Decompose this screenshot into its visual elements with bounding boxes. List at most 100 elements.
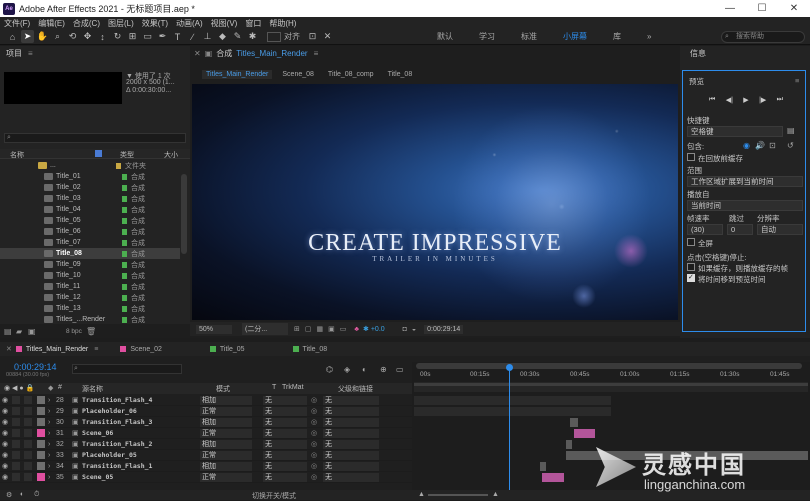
label-swatch[interactable] xyxy=(122,283,127,290)
workspace-default[interactable]: 默认 xyxy=(424,31,466,42)
tab-menu-icon[interactable]: ≡ xyxy=(94,346,98,353)
label-swatch[interactable] xyxy=(122,294,127,301)
last-frame-icon[interactable]: ⏭ xyxy=(777,96,783,104)
label-swatch[interactable] xyxy=(122,250,127,257)
layer-bar[interactable] xyxy=(414,396,611,405)
solo-toggle[interactable] xyxy=(12,396,20,404)
visibility-icon[interactable]: ◉ xyxy=(0,429,10,437)
trkmat-dropdown[interactable]: 无 xyxy=(263,450,307,460)
layer-row[interactable]: ◉ › 34 ▣ Transition_Flash_1 相加无 ◎ 无 xyxy=(0,461,412,472)
layer-bar[interactable] xyxy=(565,440,572,449)
layer-bar[interactable] xyxy=(540,462,546,471)
exposure-icon[interactable]: ✱ xyxy=(363,325,369,333)
layer-row[interactable]: ◉ › 28 ▣ Transition_Flash_4 相加无 ◎ 无 xyxy=(0,395,412,406)
lock-toggle[interactable] xyxy=(24,440,32,448)
menu-composition[interactable]: 合成(C) xyxy=(69,18,104,29)
project-item[interactable]: Title_07 合成 xyxy=(0,237,180,248)
work-area-bar[interactable] xyxy=(414,383,808,386)
rectangle-tool-icon[interactable]: ▭ xyxy=(141,30,154,43)
zoom-in-icon[interactable]: ▲ xyxy=(492,491,499,498)
resolution-select[interactable]: 自动 xyxy=(757,224,803,235)
zoom-out-icon[interactable]: ▲ xyxy=(418,491,425,498)
layer-name[interactable]: Placeholder_05 xyxy=(82,451,200,459)
workspace-expand[interactable]: » xyxy=(634,32,664,41)
layer-name[interactable]: Placeholder_06 xyxy=(82,407,200,415)
layer-name[interactable]: Transition_Flash_2 xyxy=(82,440,200,448)
col-mode[interactable]: 模式 xyxy=(216,384,230,394)
lock-toggle[interactable] xyxy=(24,429,32,437)
project-item[interactable]: Title_03 合成 xyxy=(0,193,180,204)
pick-whip-icon[interactable]: ◎ xyxy=(311,451,321,459)
trkmat-dropdown[interactable]: 无 xyxy=(263,406,307,416)
layer-bar[interactable] xyxy=(573,429,596,438)
graph-editor-icon[interactable]: ▭ xyxy=(396,365,404,374)
visibility-icon[interactable]: ◉ xyxy=(0,451,10,459)
snap-grid-icon[interactable]: ✕ xyxy=(321,30,334,43)
next-frame-icon[interactable]: |▶ xyxy=(759,96,766,104)
snap-checkbox[interactable] xyxy=(267,31,281,42)
solo-toggle[interactable] xyxy=(12,429,20,437)
breadcrumb-titles-main[interactable]: Titles_Main_Render xyxy=(202,69,273,79)
project-item[interactable]: Title_12 合成 xyxy=(0,292,180,303)
exposure-value[interactable]: +0.0 xyxy=(371,326,385,333)
project-item[interactable]: ... 文件夹 xyxy=(0,160,180,171)
show-snapshot-icon[interactable]: ◒ xyxy=(412,326,416,333)
panel-menu-icon[interactable]: ≡ xyxy=(314,49,319,58)
viewer-timecode[interactable]: 0:00:29:14 xyxy=(424,324,464,334)
if-cache-checkbox[interactable] xyxy=(687,263,695,271)
pick-whip-icon[interactable]: ◎ xyxy=(311,418,321,426)
project-item[interactable]: Title_04 合成 xyxy=(0,204,180,215)
region-of-interest-icon[interactable]: ▢ xyxy=(305,325,312,333)
layer-label-color[interactable] xyxy=(37,462,45,470)
label-swatch[interactable] xyxy=(122,261,127,268)
close-button[interactable]: ✕ xyxy=(778,0,810,17)
project-item[interactable]: Title_10 合成 xyxy=(0,270,180,281)
project-title[interactable]: 项目 xyxy=(6,48,22,59)
first-frame-icon[interactable]: ⏮ xyxy=(709,96,715,104)
solo-toggle[interactable] xyxy=(12,462,20,470)
pen-tool-icon[interactable]: ✒ xyxy=(156,30,169,43)
panel-menu-icon[interactable]: ≡ xyxy=(28,49,33,58)
project-item[interactable]: Title_08 合成 xyxy=(0,248,180,259)
zoom-dropdown[interactable]: 50% xyxy=(196,324,232,334)
brush-tool-icon[interactable]: ∕ xyxy=(186,30,199,43)
label-swatch[interactable] xyxy=(122,316,127,323)
expand-chevron-icon[interactable]: › xyxy=(48,397,56,404)
parent-dropdown[interactable]: 无 xyxy=(323,450,379,460)
column-size[interactable]: 大小 xyxy=(164,150,178,160)
col-trkmat[interactable]: TrkMat xyxy=(282,384,304,391)
menu-effect[interactable]: 效果(T) xyxy=(138,18,172,29)
parent-dropdown[interactable]: 无 xyxy=(323,472,379,482)
label-swatch[interactable] xyxy=(122,217,127,224)
playhead-handle[interactable] xyxy=(505,364,513,371)
render-time-icon[interactable]: ⏱ xyxy=(34,491,39,499)
expand-chevron-icon[interactable]: › xyxy=(48,408,56,415)
expand-chevron-icon[interactable]: › xyxy=(48,441,56,448)
play-from-dropdown[interactable]: 当前时间 xyxy=(687,200,803,211)
expand-chevron-icon[interactable]: › xyxy=(48,419,56,426)
pick-whip-icon[interactable]: ◎ xyxy=(311,396,321,404)
orbit-camera-icon[interactable]: ⟲ xyxy=(66,30,79,43)
new-composition-icon[interactable]: ▣ xyxy=(28,327,36,336)
menu-window[interactable]: 窗口 xyxy=(241,18,265,29)
workspace-small-screen[interactable]: 小屏幕 xyxy=(550,31,600,42)
trkmat-dropdown[interactable]: 无 xyxy=(263,428,307,438)
previous-frame-icon[interactable]: ◀| xyxy=(726,96,733,104)
pick-whip-icon[interactable]: ◎ xyxy=(311,407,321,415)
type-tool-icon[interactable]: T xyxy=(171,30,184,43)
snap-options-icon[interactable]: ⊡ xyxy=(306,30,319,43)
project-item[interactable]: Title_11 合成 xyxy=(0,281,180,292)
blend-mode-dropdown[interactable]: 相加 xyxy=(200,395,252,405)
blend-mode-dropdown[interactable]: 正常 xyxy=(200,406,252,416)
project-item[interactable]: Title_13 合成 xyxy=(0,303,180,314)
lock-icon[interactable]: ▣ xyxy=(205,49,213,58)
include-video-icon[interactable]: ◉ xyxy=(743,141,750,150)
clone-stamp-icon[interactable]: ⊥ xyxy=(201,30,214,43)
playhead[interactable] xyxy=(508,366,510,490)
minimize-button[interactable]: — xyxy=(714,0,746,17)
workspace-standard[interactable]: 标准 xyxy=(508,31,550,42)
expand-chevron-icon[interactable]: › xyxy=(48,474,56,481)
preview-menu-icon[interactable]: ≡ xyxy=(795,76,799,85)
blend-mode-dropdown[interactable]: 相加 xyxy=(200,439,252,449)
color-management-icon[interactable]: ♣ xyxy=(354,326,359,333)
